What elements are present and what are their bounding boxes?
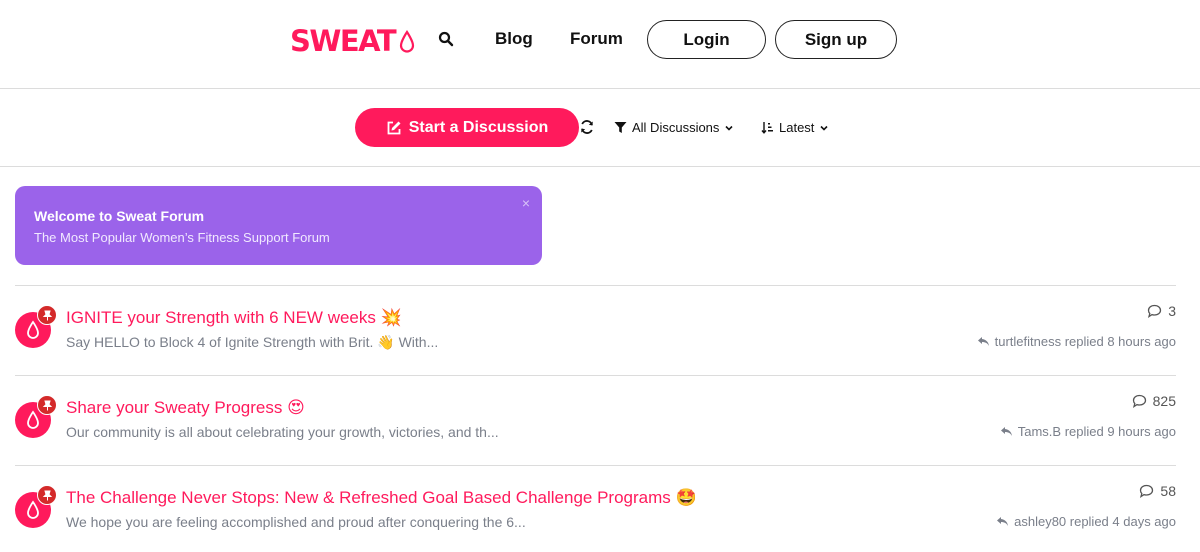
- pin-icon: [37, 305, 57, 325]
- discussion-excerpt: Our community is all about celebrating y…: [66, 424, 499, 440]
- logo-text: SWEAT: [290, 24, 397, 58]
- discussion-title[interactable]: The Challenge Never Stops: New & Refresh…: [66, 488, 697, 508]
- close-icon[interactable]: ×: [522, 195, 530, 211]
- reply-count: 58: [1139, 483, 1176, 499]
- start-discussion-button[interactable]: Start a Discussion: [355, 108, 579, 147]
- pin-icon: [37, 395, 57, 415]
- drop-icon: [27, 410, 39, 429]
- last-reply-info: turtlefitness replied 8 hours ago: [977, 334, 1176, 349]
- discussion-toolbar: Start a Discussion All Discussions Lates…: [0, 89, 1200, 167]
- refresh-icon[interactable]: [579, 119, 595, 135]
- edit-icon: [387, 121, 401, 134]
- nav-forum-link[interactable]: Forum: [570, 29, 623, 49]
- reply-count-value: 58: [1160, 483, 1176, 499]
- drop-icon: [27, 320, 39, 339]
- welcome-banner: Welcome to Sweat Forum The Most Popular …: [15, 186, 542, 265]
- discussion-row[interactable]: Share your Sweaty Progress 😍 Our communi…: [15, 375, 1176, 465]
- chevron-down-icon: [820, 125, 828, 131]
- chevron-down-icon: [725, 125, 733, 131]
- start-discussion-label: Start a Discussion: [408, 118, 549, 136]
- reply-count: 825: [1132, 393, 1176, 409]
- reply-icon: [997, 517, 1009, 526]
- discussion-filter-dropdown[interactable]: All Discussions: [614, 120, 734, 135]
- filter-label: All Discussions: [632, 120, 720, 135]
- last-reply-text[interactable]: ashley80 replied 4 days ago: [1014, 514, 1176, 529]
- sort-dropdown[interactable]: Latest: [761, 120, 829, 135]
- search-icon[interactable]: [438, 31, 454, 47]
- comment-icon: [1132, 394, 1146, 408]
- drop-icon: [400, 30, 415, 53]
- discussion-row[interactable]: IGNITE your Strength with 6 NEW weeks 💥 …: [15, 285, 1176, 375]
- pin-icon: [37, 485, 57, 505]
- discussion-excerpt: We hope you are feeling accomplished and…: [66, 514, 526, 530]
- reply-count-value: 825: [1152, 393, 1176, 409]
- discussion-excerpt: Say HELLO to Block 4 of Ignite Strength …: [66, 334, 439, 350]
- reply-icon: [1000, 427, 1012, 436]
- filter-icon: [614, 122, 627, 133]
- sweat-logo[interactable]: SWEAT: [290, 24, 415, 58]
- sort-icon: [761, 122, 773, 134]
- reply-count: 3: [1147, 303, 1176, 319]
- site-header: SWEAT Blog Forum Login Sign up: [0, 0, 1200, 89]
- discussion-row[interactable]: The Challenge Never Stops: New & Refresh…: [15, 465, 1176, 552]
- comment-icon: [1140, 484, 1154, 498]
- reply-count-value: 3: [1168, 303, 1176, 319]
- last-reply-info: Tams.B replied 9 hours ago: [1000, 424, 1176, 439]
- drop-icon: [27, 500, 39, 519]
- welcome-title: Welcome to Sweat Forum: [34, 208, 205, 224]
- discussion-title[interactable]: Share your Sweaty Progress 😍: [66, 398, 305, 418]
- welcome-subtitle: The Most Popular Women’s Fitness Support…: [34, 230, 330, 245]
- comment-icon: [1148, 304, 1162, 318]
- last-reply-info: ashley80 replied 4 days ago: [996, 514, 1176, 529]
- discussion-list: IGNITE your Strength with 6 NEW weeks 💥 …: [15, 285, 1176, 552]
- login-button[interactable]: Login: [647, 20, 766, 59]
- signup-button[interactable]: Sign up: [775, 20, 897, 59]
- nav-blog-link[interactable]: Blog: [495, 29, 533, 49]
- discussion-title[interactable]: IGNITE your Strength with 6 NEW weeks 💥: [66, 308, 402, 328]
- last-reply-text[interactable]: Tams.B replied 9 hours ago: [1018, 424, 1176, 439]
- last-reply-text[interactable]: turtlefitness replied 8 hours ago: [995, 334, 1176, 349]
- reply-icon: [977, 337, 989, 346]
- sort-label: Latest: [779, 120, 815, 135]
